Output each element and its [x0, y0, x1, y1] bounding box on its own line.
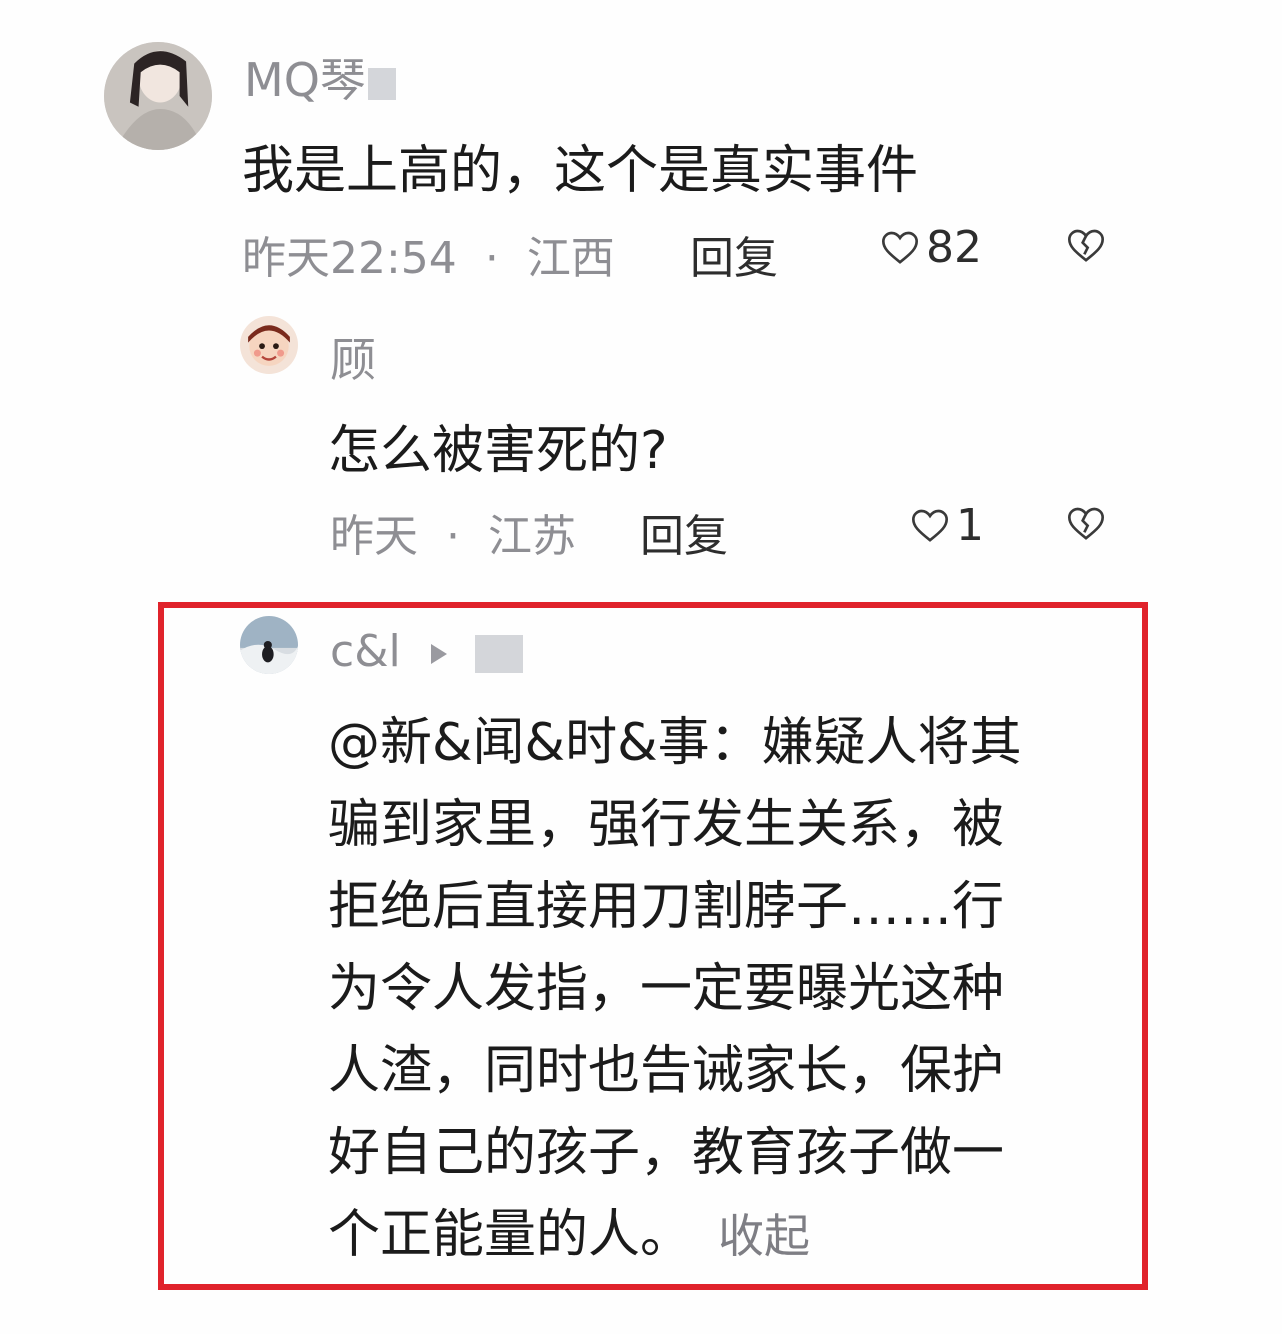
blurred-username-suffix — [367, 67, 396, 100]
heart-outline-icon — [911, 509, 949, 542]
comment-time: 昨天 — [330, 511, 418, 562]
comment-time: 昨天22:54 — [242, 233, 457, 284]
avatar-image — [104, 42, 212, 150]
like-count: 1 — [956, 500, 984, 551]
broken-heart-icon — [1067, 229, 1105, 262]
comment-meta: 昨天 · 江苏 — [330, 500, 576, 564]
avatar-image — [240, 616, 298, 674]
avatar-image — [240, 316, 298, 374]
content-line: 个正能量的人。 — [328, 1205, 693, 1265]
content-line: @新&闻&时&事：嫌疑人将其 — [328, 713, 1022, 773]
content-line-last: 个正能量的人。 收起 — [328, 1194, 1128, 1277]
content-line: 拒绝后直接用刀割脖子……行 — [328, 877, 1005, 937]
content-line: 人渣，同时也告诫家长，保护 — [328, 1041, 1005, 1101]
content-line: 好自己的孩子，教育孩子做一 — [328, 1123, 1005, 1183]
reply-button[interactable]: 回复 — [640, 500, 728, 564]
broken-heart-icon — [1067, 507, 1105, 540]
comment-username[interactable]: MQ琴 — [244, 44, 396, 110]
comment-location: 江西 — [526, 233, 615, 284]
like-count: 82 — [926, 222, 982, 273]
comment-content: 我是上高的，这个是真实事件 — [242, 141, 919, 201]
reply-button[interactable]: 回复 — [690, 222, 778, 286]
content-line: 为令人发指，一定要曝光这种 — [328, 959, 1005, 1019]
avatar[interactable] — [240, 316, 298, 374]
comment-content: 怎么被害死的? — [328, 421, 668, 481]
avatar[interactable] — [104, 42, 212, 150]
comment-location: 江苏 — [488, 511, 576, 562]
dislike-button[interactable] — [1066, 226, 1106, 266]
meta-separator: · — [484, 233, 499, 284]
comment-meta: 昨天22:54 · 江西 — [242, 222, 615, 286]
play-triangle-icon — [430, 644, 447, 664]
collapse-button[interactable]: 收起 — [718, 1209, 810, 1263]
like-button[interactable]: 82 — [880, 222, 982, 273]
meta-separator: · — [446, 511, 460, 562]
comment-username[interactable]: 顾 — [330, 324, 376, 390]
avatar[interactable] — [240, 616, 298, 674]
dislike-button[interactable] — [1066, 504, 1106, 544]
like-button[interactable]: 1 — [910, 500, 984, 551]
comment-content: @新&闻&时&事：嫌疑人将其 骗到家里，强行发生关系，被 拒绝后直接用刀割脖子…… — [328, 702, 1128, 1277]
content-line: 骗到家里，强行发生关系，被 — [328, 795, 1005, 855]
heart-outline-icon — [881, 231, 919, 264]
comment-username[interactable]: c&l — [330, 626, 523, 677]
blurred-username-suffix — [474, 635, 523, 673]
